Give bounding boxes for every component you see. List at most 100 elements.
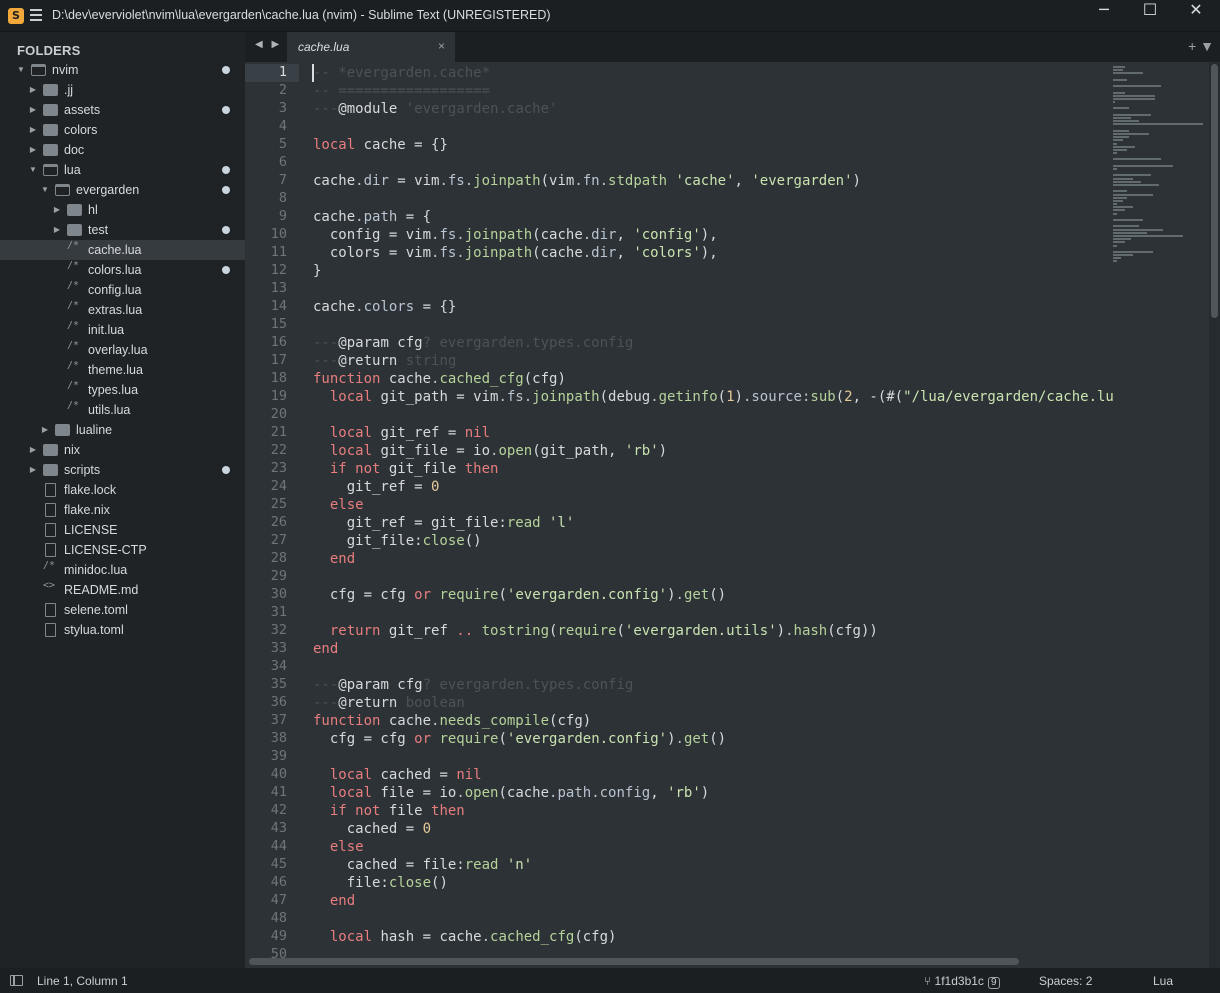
chevron-down-icon[interactable]: ▼	[40, 180, 50, 200]
indentation-setting[interactable]: Spaces: 2	[1039, 974, 1092, 988]
status-bar: Line 1, Column 1 ⑂ 1f1d3b1c 9 Spaces: 2 L…	[0, 968, 1220, 993]
chevron-right-icon[interactable]: ▶	[28, 460, 38, 480]
tree-file-flake-nix[interactable]: flake.nix	[0, 500, 245, 520]
tree-folder-assets[interactable]: ▶ assets	[0, 100, 245, 120]
tree-file-config-lua[interactable]: /* config.lua	[0, 280, 245, 300]
tree-file-flake-lock[interactable]: flake.lock	[0, 480, 245, 500]
close-button[interactable]: ✕	[1173, 0, 1219, 32]
cursor-position[interactable]: Line 1, Column 1	[37, 974, 128, 988]
tree-label: nix	[64, 443, 80, 457]
tree-label: .jj	[64, 83, 74, 97]
lua-file-icon: /*	[43, 560, 56, 571]
tree-folder-scripts[interactable]: ▶ scripts	[0, 460, 245, 480]
tree-file-license-ctp[interactable]: LICENSE-CTP	[0, 540, 245, 560]
folder-icon	[43, 144, 58, 156]
vcs-status[interactable]: ⑂ 1f1d3b1c 9	[924, 974, 1000, 989]
tree-folder-colors[interactable]: ▶ colors	[0, 120, 245, 140]
line-number: 46	[270, 874, 287, 890]
tab-controls[interactable]: + ▼	[1188, 38, 1214, 54]
tab-close-icon[interactable]: ×	[438, 39, 445, 53]
tree-file-stylua-toml[interactable]: stylua.toml	[0, 620, 245, 640]
line-number: 8	[278, 190, 287, 206]
folders-heading: FOLDERS	[17, 43, 81, 58]
chevron-down-icon[interactable]: ▼	[28, 160, 38, 180]
chevron-down-icon[interactable]: ▼	[16, 60, 26, 80]
chevron-right-icon[interactable]: ▶	[52, 220, 62, 240]
tree-label: lualine	[76, 423, 113, 437]
code-content[interactable]: -- *evergarden.cache* -- ===============…	[313, 64, 1113, 968]
lua-file-icon: /*	[67, 400, 80, 411]
tree-file-cache-lua[interactable]: /* cache.lua	[0, 240, 245, 260]
tree-folder-evergarden[interactable]: ▼ evergarden	[0, 180, 245, 200]
chevron-right-icon[interactable]: ▶	[40, 420, 50, 440]
chevron-right-icon[interactable]: ▶	[28, 100, 38, 120]
file-icon	[45, 503, 56, 517]
maximize-button[interactable]: ☐	[1127, 0, 1173, 32]
line-number: 45	[270, 856, 287, 872]
tree-label: LICENSE	[64, 523, 118, 537]
modified-dot-icon	[222, 66, 230, 74]
vertical-scrollbar-thumb[interactable]	[1211, 64, 1218, 318]
line-number: 26	[270, 514, 287, 530]
line-number: 29	[270, 568, 287, 584]
tree-label: extras.lua	[88, 303, 143, 317]
tree-folder-hl[interactable]: ▶ hl	[0, 200, 245, 220]
tree-label: evergarden	[76, 183, 140, 197]
tree-file-overlay-lua[interactable]: /* overlay.lua	[0, 340, 245, 360]
tab-label: cache.lua	[298, 40, 350, 54]
tree-file-types-lua[interactable]: /* types.lua	[0, 380, 245, 400]
file-icon	[45, 543, 56, 557]
chevron-right-icon[interactable]: ▶	[28, 80, 38, 100]
line-number: 4	[278, 118, 287, 134]
file-icon	[45, 623, 56, 637]
lua-file-icon: /*	[67, 300, 80, 311]
tree-label: utils.lua	[88, 403, 131, 417]
folder-icon	[67, 224, 82, 236]
modified-dot-icon	[222, 466, 230, 474]
minimize-button[interactable]: ─	[1081, 0, 1127, 32]
tree-file-readme-md[interactable]: <> README.md	[0, 580, 245, 600]
tree-file-minidoc-lua[interactable]: /* minidoc.lua	[0, 560, 245, 580]
tree-file-extras-lua[interactable]: /* extras.lua	[0, 300, 245, 320]
tree-file-license[interactable]: LICENSE	[0, 520, 245, 540]
tree-folder-lua[interactable]: ▼ lua	[0, 160, 245, 180]
chevron-right-icon[interactable]: ▶	[28, 140, 38, 160]
chevron-right-icon[interactable]: ▶	[52, 200, 62, 220]
horizontal-scrollbar-thumb[interactable]	[249, 958, 1019, 965]
folder-icon	[43, 84, 58, 96]
tree-folder-nix[interactable]: ▶ nix	[0, 440, 245, 460]
tree-folder-doc[interactable]: ▶ doc	[0, 140, 245, 160]
line-number: 18	[270, 370, 287, 386]
lua-file-icon: /*	[67, 240, 80, 251]
tree-file-init-lua[interactable]: /* init.lua	[0, 320, 245, 340]
syntax-setting[interactable]: Lua	[1153, 974, 1173, 988]
tree-file-colors-lua[interactable]: /* colors.lua	[0, 260, 245, 280]
minimap[interactable]	[1113, 66, 1208, 326]
modified-dot-icon	[222, 106, 230, 114]
lua-file-icon: /*	[67, 380, 80, 391]
tree-file-utils-lua[interactable]: /* utils.lua	[0, 400, 245, 420]
tab-cache-lua[interactable]: cache.lua ×	[287, 32, 455, 62]
chevron-right-icon[interactable]: ▶	[28, 440, 38, 460]
tree-label: scripts	[64, 463, 101, 477]
tree-folder-test[interactable]: ▶ test	[0, 220, 245, 240]
code-editor[interactable]: 1 2 3 4 5 6 7 8 9 10 11 12 13 14 15 16 17 18 19 20 21 22 23 24 2…	[245, 62, 1220, 968]
chevron-right-icon[interactable]: ▶	[28, 120, 38, 140]
folder-open-icon	[43, 164, 58, 176]
tab-bar: ◀ ▶ cache.lua × + ▼	[245, 32, 1220, 62]
tree-file-selene-toml[interactable]: selene.toml	[0, 600, 245, 620]
tree-folder-nvim[interactable]: ▼ nvim	[0, 60, 245, 80]
tree-folder-lualine[interactable]: ▶ lualine	[0, 420, 245, 440]
sidebar-toggle-icon[interactable]	[10, 975, 23, 986]
tab-nav-arrows[interactable]: ◀ ▶	[255, 39, 282, 50]
line-number: 33	[270, 640, 287, 656]
line-number: 7	[278, 172, 287, 188]
hamburger-menu-icon[interactable]	[30, 9, 42, 21]
tree-folder-jj[interactable]: ▶ .jj	[0, 80, 245, 100]
modified-dot-icon	[222, 266, 230, 274]
tree-file-theme-lua[interactable]: /* theme.lua	[0, 360, 245, 380]
line-number: 13	[270, 280, 287, 296]
tree-label: assets	[64, 103, 101, 117]
tree-label: flake.lock	[64, 483, 117, 497]
line-number: 34	[270, 658, 287, 674]
